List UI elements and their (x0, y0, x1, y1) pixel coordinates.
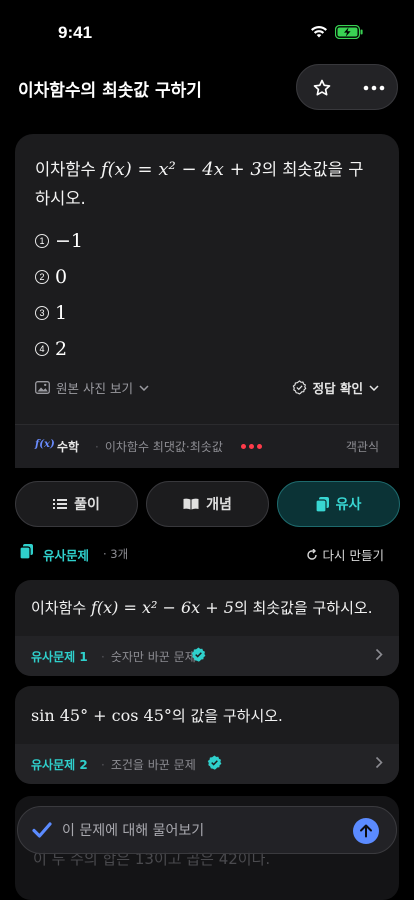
similar-card-footer: 유사문제 2 · 조건을 바꾼 문제 (15, 744, 399, 784)
ask-input[interactable] (62, 819, 342, 843)
remake-button[interactable]: 다시 만들기 (306, 545, 384, 564)
similar-count: · 3개 (103, 547, 129, 561)
chevron-right-icon (375, 756, 383, 769)
similar-card-footer: 유사문제 1 · 숫자만 바꾼 문제 (15, 636, 399, 676)
question-text: 이차함수 f(x) = x² − 4x + 3의 최솟값을 구하시오. (35, 155, 375, 213)
arrow-up-icon (360, 824, 372, 838)
similar-header: 유사문제 · 3개 다시 만들기 (15, 541, 399, 565)
option-number: 4 (35, 342, 49, 356)
similar-formula: sin 45° + cos 45° (31, 706, 172, 725)
tab-solution[interactable]: 풀이 (15, 481, 138, 527)
image-icon (35, 381, 50, 394)
wifi-icon (311, 26, 327, 38)
check-answer-button[interactable]: 정답 확인 (292, 378, 379, 397)
similar-question-text: 이차함수 f(x) = x² − 6x + 5의 최솟값을 구하시오. (31, 597, 372, 618)
similar-card-1[interactable]: 이차함수 f(x) = x² − 6x + 5의 최솟값을 구하시오. 유사문제… (15, 580, 399, 676)
verified-outline-icon (292, 380, 306, 395)
chevron-down-icon (369, 384, 379, 391)
mode-tabs: 풀이 개념 유사 (15, 481, 400, 527)
more-icon (363, 85, 385, 91)
similar-title: 유사문제 (43, 548, 90, 563)
status-time: 9:41 (58, 23, 93, 42)
view-original-button[interactable]: 원본 사진 보기 (35, 378, 149, 397)
option-value: −1 (55, 230, 84, 252)
similar-suffix: 의 값을 구하시오. (171, 707, 283, 725)
option-value: 2 (55, 338, 68, 360)
option-value: 1 (55, 302, 68, 324)
verified-badge-icon (191, 647, 206, 662)
option-number: 3 (35, 306, 49, 320)
option-3[interactable]: 3 1 (35, 299, 67, 327)
check-answer-label: 정답 확인 (312, 381, 363, 396)
header: 이차함수의 최솟값 구하기 (0, 64, 414, 110)
question-formula: f(x) = x² − 4x + 3 (100, 159, 262, 180)
bookmark-button[interactable] (297, 65, 347, 111)
remake-label: 다시 만들기 (322, 548, 384, 563)
chevron-right-icon (375, 648, 383, 661)
option-value: 0 (55, 266, 68, 288)
option-1[interactable]: 1 −1 (35, 227, 83, 255)
more-button[interactable] (349, 65, 399, 111)
send-button[interactable] (353, 818, 379, 844)
option-number: 1 (35, 234, 49, 248)
copy-icon (20, 544, 33, 559)
ask-bar (17, 806, 397, 854)
tab-concept-label: 개념 (206, 497, 232, 513)
checkmark-icon (32, 822, 52, 838)
tab-similar[interactable]: 유사 (277, 481, 400, 527)
star-icon (313, 79, 331, 96)
similar-prefix: 이차함수 (31, 599, 91, 617)
option-2[interactable]: 2 0 (35, 263, 67, 291)
book-icon (183, 498, 199, 510)
tab-solution-label: 풀이 (74, 497, 100, 513)
option-4[interactable]: 4 2 (35, 335, 67, 363)
battery-charging-icon (335, 25, 363, 39)
similar-desc-text: 숫자만 바꾼 문제 (110, 650, 196, 664)
status-bar: 9:41 (0, 0, 414, 54)
copy-icon (315, 496, 329, 512)
list-icon (53, 499, 68, 509)
refresh-icon (306, 548, 317, 560)
similar-label: 유사문제 1 (31, 650, 88, 664)
option-number: 2 (35, 270, 49, 284)
chevron-down-icon (139, 384, 149, 391)
tab-concept[interactable]: 개념 (146, 481, 269, 527)
similar-question-text: sin 45° + cos 45°의 값을 구하시오. (31, 705, 283, 726)
view-original-label: 원본 사진 보기 (56, 381, 133, 396)
verified-badge-icon (207, 755, 222, 770)
similar-desc: · 숫자만 바꾼 문제 (101, 650, 196, 664)
similar-card-2[interactable]: sin 45° + cos 45°의 값을 구하시오. 유사문제 2 · 조건을 … (15, 686, 399, 784)
header-actions (296, 64, 398, 110)
similar-desc-text: 조건을 바꾼 문제 (110, 758, 196, 772)
similar-desc: · 조건을 바꾼 문제 (101, 758, 196, 772)
page-title: 이차함수의 최솟값 구하기 (18, 81, 202, 101)
similar-formula: f(x) = x² − 6x + 5 (90, 598, 234, 617)
similar-label: 유사문제 2 (31, 758, 88, 772)
tab-similar-label: 유사 (335, 497, 362, 513)
question-prefix: 이차함수 (35, 160, 101, 179)
question-card: 이차함수 f(x) = x² − 4x + 3의 최솟값을 구하시오. 1 −1… (15, 134, 399, 468)
similar-suffix: 의 최솟값을 구하시오. (233, 599, 373, 617)
